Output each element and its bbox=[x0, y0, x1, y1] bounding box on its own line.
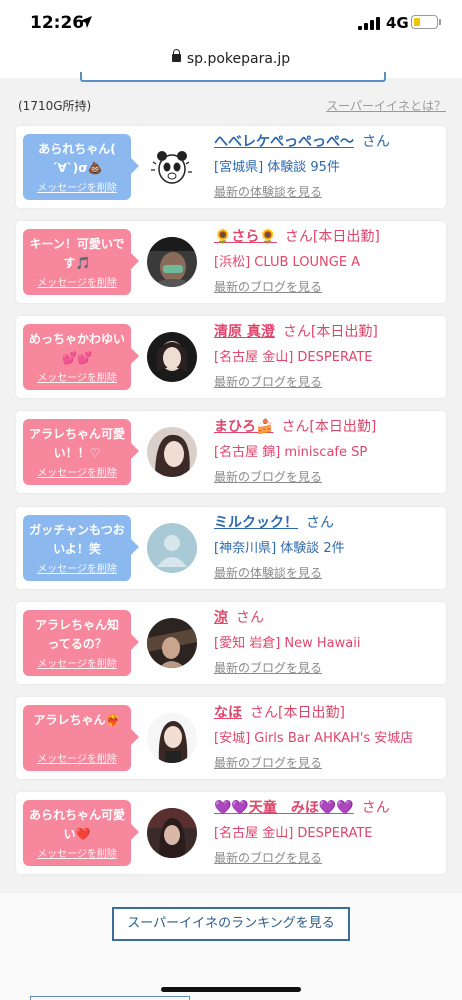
photo-avatar[interactable] bbox=[147, 808, 197, 858]
message-bubble: キーン！可愛いです🎵 メッセージを削除 bbox=[23, 229, 139, 295]
photo-avatar[interactable] bbox=[147, 332, 197, 382]
message-text: あられちゃん可愛い❤️ bbox=[29, 808, 126, 841]
cast-name-link[interactable]: ミルクック！ さん bbox=[214, 512, 334, 532]
ranking-button[interactable]: スーパーイイネのランキングを見る bbox=[112, 907, 350, 941]
latest-post-link[interactable]: 最新のブログを見る bbox=[214, 754, 322, 771]
photo-avatar[interactable] bbox=[147, 427, 197, 477]
delete-message-link[interactable]: メッセージを削除 bbox=[23, 655, 131, 670]
list-item: アラレちゃん知ってるの？ メッセージを削除 涼さん [愛知 岩倉] New Ha… bbox=[16, 602, 446, 684]
delete-message-link[interactable]: メッセージを削除 bbox=[23, 750, 131, 765]
shop-info: [名古屋 錦] miniscafe SP bbox=[214, 445, 368, 460]
message-bubble: あられちゃん( ´∀`)σ💩 メッセージを削除 bbox=[23, 134, 139, 200]
name-suffix: さん bbox=[306, 515, 334, 531]
home-indicator[interactable] bbox=[161, 987, 301, 992]
photo-avatar[interactable] bbox=[147, 713, 197, 763]
lock-icon bbox=[171, 49, 181, 62]
latest-post-link[interactable]: 最新のブログを見る bbox=[214, 659, 322, 676]
url-text: sp.pokepara.jp bbox=[186, 51, 291, 67]
shop-info: [愛知 岩倉] New Hawaii bbox=[214, 636, 361, 651]
owned-points: (1710G所持) bbox=[18, 99, 92, 113]
message-bubble: アラレちゃん❤️‍🔥 メッセージを削除 bbox=[23, 705, 139, 771]
message-text: めっちゃかわゆい💕💕 bbox=[29, 332, 126, 365]
shop-info: [名古屋 金山] DESPERATE bbox=[214, 826, 373, 841]
cast-name-link[interactable]: まひろ🍰 さん[本日出勤] bbox=[214, 416, 376, 436]
delete-message-link[interactable]: メッセージを削除 bbox=[23, 274, 131, 289]
delete-message-link[interactable]: メッセージを削除 bbox=[23, 179, 131, 194]
list-item: アラレちゃん可愛い！！♡ メッセージを削除 まひろ🍰 さん[本日出勤] [名古屋 … bbox=[16, 411, 446, 493]
list-item: あられちゃん( ´∀`)σ💩 メッセージを削除 へべレケぺっぺっぺ～ さん [宮城… bbox=[16, 126, 446, 208]
latest-post-link[interactable]: 最新のブログを見る bbox=[214, 468, 322, 485]
cast-name-link[interactable]: 💜💜天童 みほ💜💜 さん bbox=[214, 797, 390, 817]
delete-message-link[interactable]: メッセージを削除 bbox=[23, 369, 131, 384]
list-item: ガッチャンもつおいよ！笑 メッセージを削除 ミルクック！ さん [神奈川県] 体験… bbox=[16, 507, 446, 589]
cast-name-link[interactable]: 涼さん bbox=[214, 607, 264, 627]
signal-icon bbox=[358, 17, 380, 30]
name-suffix: さん[本日出勤] bbox=[250, 705, 345, 721]
no-photo-avatar[interactable] bbox=[147, 523, 197, 573]
message-bubble: めっちゃかわゆい💕💕 メッセージを削除 bbox=[23, 324, 139, 390]
latest-post-link[interactable]: 最新のブログを見る bbox=[214, 849, 322, 866]
list-item: キーン！可愛いです🎵 メッセージを削除 🌻さら🌻 さん[本日出勤] [浜松] CL… bbox=[16, 221, 446, 303]
name-suffix: さん[本日出勤] bbox=[282, 324, 378, 340]
message-bubble: アラレちゃん知ってるの？ メッセージを削除 bbox=[23, 610, 139, 676]
message-bubble: あられちゃん可愛い❤️ メッセージを削除 bbox=[23, 800, 139, 866]
name-suffix: さん bbox=[362, 134, 390, 150]
cast-name-link[interactable]: 清原 真澄 さん[本日出勤] bbox=[214, 321, 378, 341]
cast-name-link[interactable]: 🌻さら🌻 さん[本日出勤] bbox=[214, 226, 380, 246]
super-iine-info-link[interactable]: スーパーイイネとは？ bbox=[326, 97, 446, 114]
message-text: アラレちゃん可愛い！！♡ bbox=[29, 427, 126, 460]
network-type: 4G bbox=[386, 14, 409, 32]
message-text: アラレちゃん❤️‍🔥 bbox=[33, 713, 121, 727]
shop-info: [名古屋 金山] DESPERATE bbox=[214, 350, 373, 365]
delete-message-link[interactable]: メッセージを削除 bbox=[23, 464, 131, 479]
name-suffix: さん bbox=[361, 800, 390, 816]
top-button-edge[interactable] bbox=[80, 72, 386, 82]
battery-cap bbox=[439, 19, 441, 25]
location-arrow-icon bbox=[80, 16, 92, 28]
latest-post-link[interactable]: 最新のブログを見る bbox=[214, 373, 322, 390]
latest-post-link[interactable]: 最新の体験談を見る bbox=[214, 564, 322, 581]
message-bubble: ガッチャンもつおいよ！笑 メッセージを削除 bbox=[23, 515, 139, 581]
battery-icon bbox=[411, 15, 438, 29]
shop-info: [浜松] CLUB LOUNGE A bbox=[214, 255, 361, 270]
name-suffix: さん[本日出勤] bbox=[281, 419, 377, 435]
photo-avatar[interactable] bbox=[147, 237, 197, 287]
status-bar: 12:26 4G bbox=[0, 0, 462, 44]
next-button-edge[interactable] bbox=[30, 996, 190, 1000]
status-time: 12:26 bbox=[30, 13, 85, 33]
list-item: アラレちゃん❤️‍🔥 メッセージを削除 なほ さん[本日出勤] [安城] Girl… bbox=[16, 697, 446, 779]
name-suffix: さん bbox=[236, 610, 264, 626]
shop-info: [宮城県] 体験談 95件 bbox=[214, 160, 340, 175]
message-bubble: アラレちゃん可愛い！！♡ メッセージを削除 bbox=[23, 419, 139, 485]
name-suffix: さん[本日出勤] bbox=[284, 229, 380, 245]
latest-post-link[interactable]: 最新の体験談を見る bbox=[214, 183, 322, 200]
panda-avatar[interactable] bbox=[147, 142, 197, 192]
message-text: アラレちゃん知ってるの？ bbox=[34, 618, 119, 651]
message-text: キーン！可愛いです🎵 bbox=[29, 237, 125, 270]
shop-info: [安城] Girls Bar AHKAH's 安城店 bbox=[214, 731, 414, 746]
list-item: あられちゃん可愛い❤️ メッセージを削除 💜💜天童 みほ💜💜 さん [名古屋 金山… bbox=[16, 792, 446, 874]
shop-info: [神奈川県] 体験談 2件 bbox=[214, 541, 345, 556]
latest-post-link[interactable]: 最新のブログを見る bbox=[214, 278, 322, 295]
delete-message-link[interactable]: メッセージを削除 bbox=[23, 845, 131, 860]
message-text: ガッチャンもつおいよ！笑 bbox=[29, 523, 125, 556]
message-text: あられちゃん( ´∀`)σ💩 bbox=[38, 142, 116, 175]
photo-avatar[interactable] bbox=[147, 618, 197, 668]
list-item: めっちゃかわゆい💕💕 メッセージを削除 清原 真澄 さん[本日出勤] [名古屋 金… bbox=[16, 316, 446, 398]
cast-name-link[interactable]: なほ さん[本日出勤] bbox=[214, 702, 345, 722]
cast-name-link[interactable]: へべレケぺっぺっぺ～ さん bbox=[214, 131, 390, 151]
delete-message-link[interactable]: メッセージを削除 bbox=[23, 560, 131, 575]
